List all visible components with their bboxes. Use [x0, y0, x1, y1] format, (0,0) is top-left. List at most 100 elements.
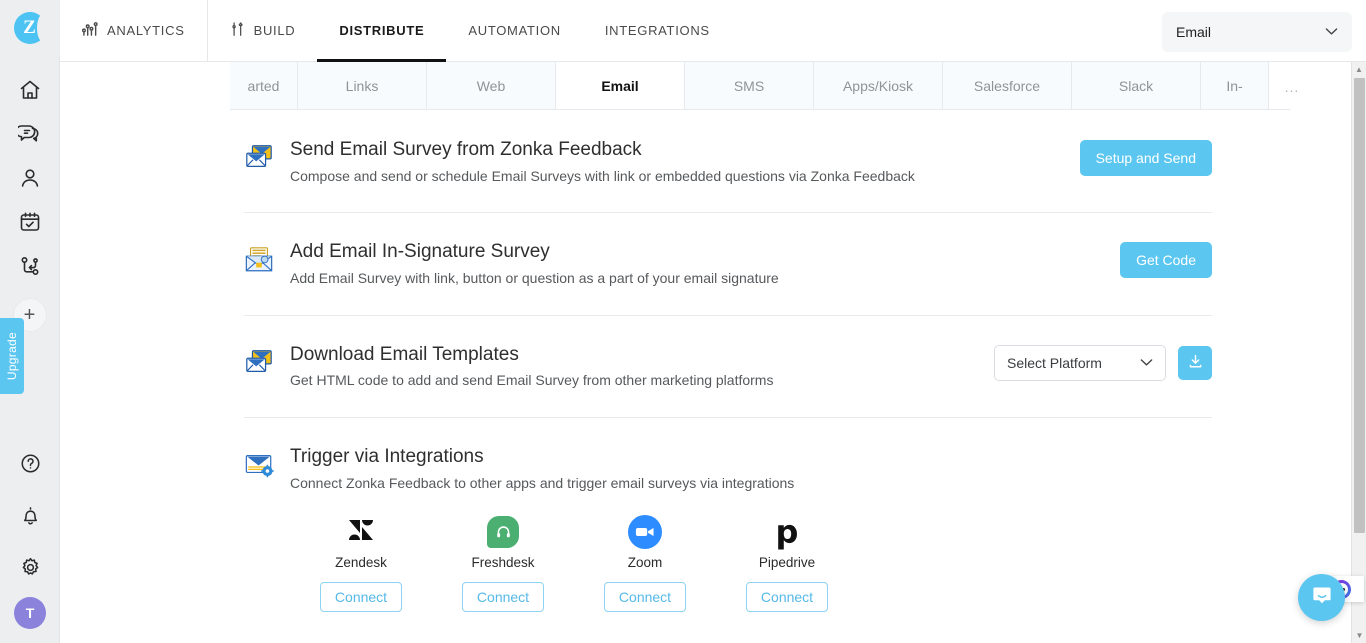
integration-card-pipedrive: p Pipedrive Connect	[716, 511, 858, 612]
intercom-chat-button[interactable]	[1298, 574, 1345, 621]
freshdesk-logo-wrap	[487, 511, 519, 553]
tab-slack[interactable]: Slack	[1072, 62, 1201, 109]
logo-letter: Z	[23, 17, 36, 39]
tab-email[interactable]: Email	[556, 62, 685, 109]
email-signature-icon	[244, 261, 274, 278]
option-row-send-email-survey: Send Email Survey from Zonka Feedback Co…	[60, 110, 1352, 212]
scroll-down-button[interactable]: ▼	[1352, 628, 1366, 643]
gear-icon	[19, 556, 42, 579]
tab-in-app[interactable]: In-	[1201, 62, 1269, 109]
distribute-page: arted Links Web Email SMS Apps/Kiosk Sal…	[60, 62, 1352, 638]
top-nav-items: ANALYTICS BUILD DISTRIBUTE AUTOMATI	[60, 0, 732, 61]
sidebar-item-contacts[interactable]	[8, 156, 52, 200]
tab-email-label: Email	[601, 78, 638, 94]
tabs-overflow-label: ...	[1285, 79, 1300, 95]
tab-sms[interactable]: SMS	[685, 62, 814, 109]
integration-card-zoom: Zoom Connect	[574, 511, 716, 612]
channel-tabs: arted Links Web Email SMS Apps/Kiosk Sal…	[230, 62, 1290, 110]
vertical-scrollbar[interactable]: ▲ ▼	[1351, 62, 1366, 643]
row-text: Download Email Templates Get HTML code t…	[290, 343, 994, 391]
tab-salesforce-label: Salesforce	[974, 78, 1040, 94]
tab-slack-label: Slack	[1119, 78, 1153, 94]
row-icon-wrap	[244, 343, 290, 382]
email-gear-icon	[244, 466, 274, 483]
row-text: Add Email In-Signature Survey Add Email …	[290, 240, 1120, 288]
option-row-in-signature-survey: Add Email In-Signature Survey Add Email …	[60, 212, 1352, 314]
connect-button-freshdesk[interactable]: Connect	[462, 582, 544, 612]
row-subtitle: Connect Zonka Feedback to other apps and…	[290, 474, 1212, 494]
get-code-button[interactable]: Get Code	[1120, 242, 1212, 278]
scroll-up-button[interactable]: ▲	[1352, 62, 1366, 77]
connect-button-zoom[interactable]: Connect	[604, 582, 686, 612]
zoom-logo	[628, 515, 662, 549]
tab-distribute[interactable]: DISTRIBUTE	[317, 0, 446, 61]
tab-web[interactable]: Web	[427, 62, 556, 109]
tab-get-started[interactable]: arted	[230, 62, 298, 109]
home-icon	[18, 78, 42, 102]
setup-and-send-button[interactable]: Setup and Send	[1080, 140, 1212, 176]
sidebar-item-notifications[interactable]	[8, 493, 52, 537]
row-title: Download Email Templates	[290, 343, 994, 367]
workflow-icon	[18, 254, 42, 278]
download-template-button[interactable]	[1178, 346, 1212, 380]
sidebar-item-settings[interactable]	[8, 545, 52, 589]
main-area: ANALYTICS BUILD DISTRIBUTE AUTOMATI	[60, 0, 1366, 643]
tab-integrations[interactable]: INTEGRATIONS	[583, 0, 732, 61]
tools-icon	[230, 21, 246, 40]
row-title: Add Email In-Signature Survey	[290, 240, 1120, 264]
survey-channel-select[interactable]: Email	[1162, 12, 1352, 52]
row-title: Trigger via Integrations	[290, 445, 1212, 469]
tab-apps-kiosk[interactable]: Apps/Kiosk	[814, 62, 943, 109]
email-stack-icon	[244, 159, 274, 176]
sidebar-item-help[interactable]	[8, 441, 52, 485]
row-icon-wrap	[244, 445, 290, 484]
upgrade-tab[interactable]: Upgrade	[0, 318, 24, 394]
tab-integrations-label: INTEGRATIONS	[605, 23, 710, 38]
plus-icon: +	[24, 305, 36, 325]
tabs-overflow-button[interactable]: ...	[1269, 62, 1315, 109]
download-icon	[1187, 353, 1204, 373]
tab-automation[interactable]: AUTOMATION	[446, 0, 582, 61]
sidebar-item-responses[interactable]	[8, 112, 52, 156]
zonka-logo-mark: Z	[14, 12, 46, 44]
row-actions: Get Code	[1120, 240, 1212, 278]
connect-button-zendesk[interactable]: Connect	[320, 582, 402, 612]
integration-name: Zoom	[628, 555, 663, 570]
zendesk-logo-wrap	[345, 511, 377, 553]
bell-icon	[19, 504, 42, 527]
zoom-logo-wrap	[628, 511, 662, 553]
sidebar-item-home[interactable]	[8, 68, 52, 112]
row-subtitle: Compose and send or schedule Email Surve…	[290, 167, 1080, 187]
row-actions: Select Platform	[994, 343, 1212, 381]
app-logo[interactable]: Z	[0, 0, 60, 56]
scroll-down-arrow-icon: ▼	[1356, 631, 1364, 640]
sidebar-item-workflows[interactable]	[8, 244, 52, 288]
row-icon-wrap	[244, 240, 290, 279]
integration-card-freshdesk: Freshdesk Connect	[432, 511, 574, 612]
tab-build-label: BUILD	[254, 23, 296, 38]
avatar[interactable]: T	[14, 597, 46, 629]
tab-apps-kiosk-label: Apps/Kiosk	[843, 78, 913, 94]
chat-bubble-icon	[18, 122, 42, 146]
calendar-check-icon	[18, 210, 42, 234]
zendesk-logo	[345, 514, 377, 551]
tab-salesforce[interactable]: Salesforce	[943, 62, 1072, 109]
app-root: Z	[0, 0, 1366, 643]
tab-distribute-label: DISTRIBUTE	[339, 23, 424, 38]
scrollbar-thumb[interactable]	[1354, 78, 1365, 533]
tab-web-label: Web	[477, 78, 506, 94]
tab-analytics[interactable]: ANALYTICS	[60, 0, 208, 61]
user-icon	[18, 166, 42, 190]
row-subtitle: Get HTML code to add and send Email Surv…	[290, 371, 994, 391]
row-subtitle: Add Email Survey with link, button or qu…	[290, 269, 1120, 289]
connect-button-pipedrive[interactable]: Connect	[746, 582, 828, 612]
integration-name: Freshdesk	[471, 555, 534, 570]
platform-select[interactable]: Select Platform	[994, 345, 1166, 381]
tab-links[interactable]: Links	[298, 62, 427, 109]
integration-name: Zendesk	[335, 555, 387, 570]
option-row-download-templates: Download Email Templates Get HTML code t…	[60, 315, 1352, 417]
row-actions: Setup and Send	[1080, 138, 1212, 176]
tab-build[interactable]: BUILD	[208, 0, 318, 61]
sidebar-item-tasks[interactable]	[8, 200, 52, 244]
pipedrive-logo-wrap: p	[770, 511, 804, 553]
